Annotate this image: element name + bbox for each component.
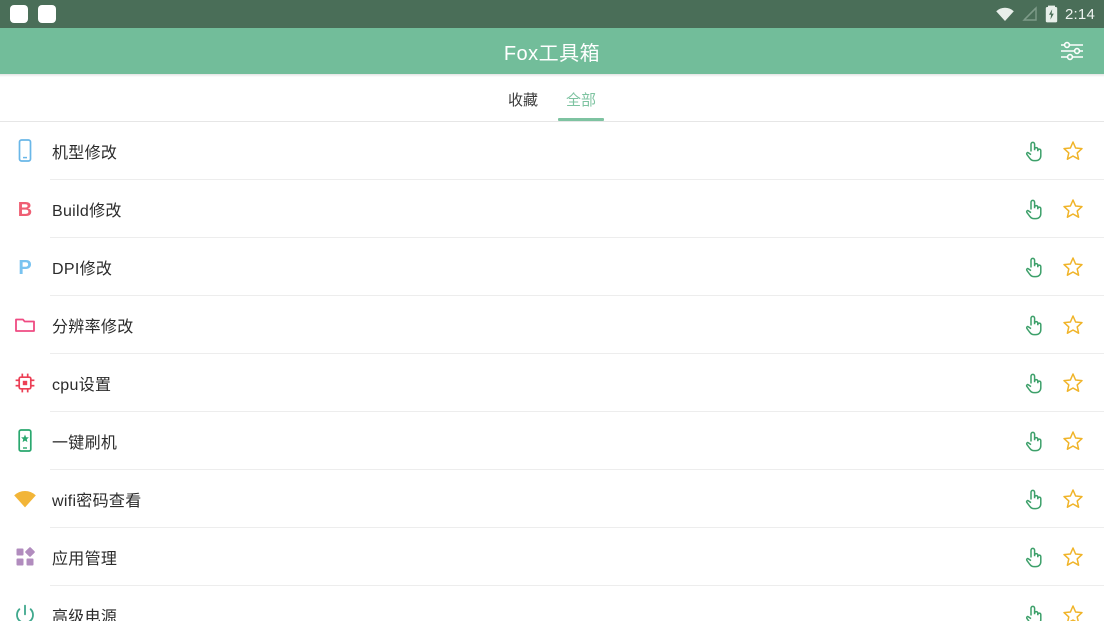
list-item[interactable]: 机型修改 bbox=[0, 122, 1104, 180]
app-toolbar: Fox工具箱 bbox=[0, 28, 1104, 74]
star-outline-icon[interactable] bbox=[1060, 254, 1086, 280]
wifi-icon bbox=[995, 6, 1015, 22]
list-item-label: wifi密码查看 bbox=[52, 493, 142, 510]
touch-hand-icon[interactable] bbox=[1020, 254, 1046, 280]
tab-favorites[interactable]: 收藏 bbox=[494, 77, 552, 121]
star-outline-icon[interactable] bbox=[1060, 312, 1086, 338]
star-outline-icon[interactable] bbox=[1060, 370, 1086, 396]
star-outline-icon[interactable] bbox=[1060, 544, 1086, 570]
list-item-label: Build修改 bbox=[52, 203, 122, 220]
power-icon bbox=[0, 603, 50, 621]
star-outline-icon[interactable] bbox=[1060, 486, 1086, 512]
list-item[interactable]: 一键刷机 bbox=[0, 412, 1104, 470]
touch-hand-icon[interactable] bbox=[1020, 602, 1046, 621]
wifi-signal-icon bbox=[0, 489, 50, 509]
status-bar-notifications bbox=[10, 5, 56, 23]
list-item[interactable]: wifi密码查看 bbox=[0, 470, 1104, 528]
svg-text:P: P bbox=[18, 257, 31, 279]
list-item-actions bbox=[1020, 602, 1104, 621]
list-item-label: 机型修改 bbox=[52, 145, 118, 162]
star-outline-icon[interactable] bbox=[1060, 602, 1086, 621]
touch-hand-icon[interactable] bbox=[1020, 138, 1046, 164]
list-item-actions bbox=[1020, 138, 1104, 164]
letter-p-icon: P bbox=[0, 254, 50, 280]
list-item-actions bbox=[1020, 544, 1104, 570]
touch-hand-icon[interactable] bbox=[1020, 196, 1046, 222]
list-item[interactable]: P DPI修改 bbox=[0, 238, 1104, 296]
star-outline-icon[interactable] bbox=[1060, 138, 1086, 164]
touch-hand-icon[interactable] bbox=[1020, 428, 1046, 454]
star-outline-icon[interactable] bbox=[1060, 196, 1086, 222]
list-item-actions bbox=[1020, 370, 1104, 396]
notification-square-icon bbox=[10, 5, 28, 23]
touch-hand-icon[interactable] bbox=[1020, 370, 1046, 396]
list-item-label: 分辨率修改 bbox=[52, 319, 134, 336]
phone-outline-icon bbox=[0, 138, 50, 164]
touch-hand-icon[interactable] bbox=[1020, 486, 1046, 512]
list-item-actions bbox=[1020, 254, 1104, 280]
app-root: 2:14 Fox工具箱 收藏 全部 机型修改 B Build修改 P DPI修改… bbox=[0, 0, 1104, 621]
list-item[interactable]: B Build修改 bbox=[0, 180, 1104, 238]
cpu-chip-icon bbox=[0, 371, 50, 395]
touch-hand-icon[interactable] bbox=[1020, 544, 1046, 570]
list-item-label: 高级电源 bbox=[52, 609, 118, 621]
page-title: Fox工具箱 bbox=[503, 42, 601, 65]
tool-list: 机型修改 B Build修改 P DPI修改 分辨率修改 cpu设置 一键刷机 … bbox=[0, 122, 1104, 621]
svg-text:B: B bbox=[18, 199, 32, 221]
touch-hand-icon[interactable] bbox=[1020, 312, 1046, 338]
list-item-label: cpu设置 bbox=[52, 377, 112, 394]
signal-off-icon bbox=[1022, 6, 1038, 22]
list-item-label: DPI修改 bbox=[52, 261, 113, 278]
list-item-actions bbox=[1020, 196, 1104, 222]
rectangle-outline-icon bbox=[0, 313, 50, 337]
list-item-label: 一键刷机 bbox=[52, 435, 118, 452]
list-item-actions bbox=[1020, 312, 1104, 338]
letter-b-icon: B bbox=[0, 196, 50, 222]
list-item[interactable]: 分辨率修改 bbox=[0, 296, 1104, 354]
battery-charging-icon bbox=[1045, 5, 1058, 23]
list-item[interactable]: 高级电源 bbox=[0, 586, 1104, 621]
tab-active-indicator bbox=[558, 118, 605, 121]
list-item-label: 应用管理 bbox=[52, 551, 118, 568]
list-item-actions bbox=[1020, 486, 1104, 512]
status-bar-clock: 2:14 bbox=[1065, 5, 1095, 23]
notification-square-icon bbox=[38, 5, 56, 23]
phone-flash-icon bbox=[0, 428, 50, 454]
list-item-actions bbox=[1020, 428, 1104, 454]
list-item[interactable]: 应用管理 bbox=[0, 528, 1104, 586]
status-bar: 2:14 bbox=[0, 0, 1104, 28]
tab-favorites-label: 收藏 bbox=[507, 91, 538, 109]
star-outline-icon[interactable] bbox=[1060, 428, 1086, 454]
tab-bar: 收藏 全部 bbox=[0, 77, 1104, 121]
status-bar-system-icons: 2:14 bbox=[995, 5, 1095, 23]
list-item[interactable]: cpu设置 bbox=[0, 354, 1104, 412]
app-grid-icon bbox=[0, 545, 50, 569]
tab-all[interactable]: 全部 bbox=[552, 77, 610, 121]
tune-sliders-button[interactable] bbox=[1048, 28, 1096, 74]
tune-sliders-icon bbox=[1059, 40, 1085, 62]
tab-all-label: 全部 bbox=[566, 91, 597, 109]
